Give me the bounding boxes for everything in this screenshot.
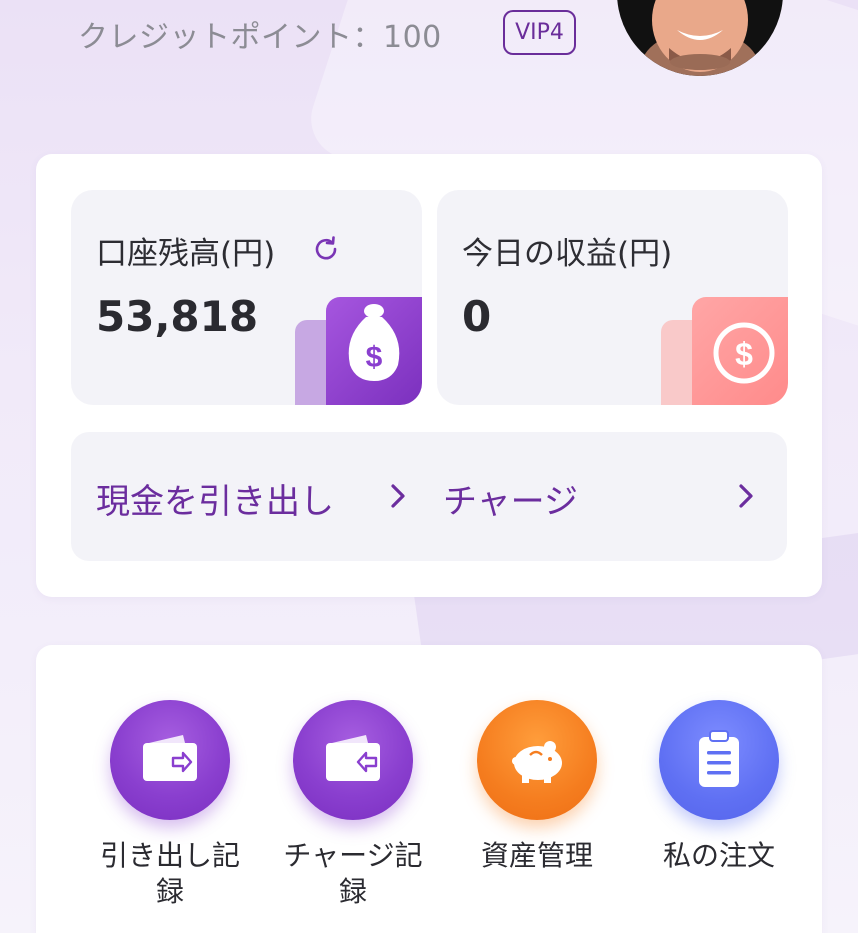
- svg-text:$: $: [366, 341, 383, 374]
- menu-label: チャージ記 録: [283, 839, 423, 908]
- profile-header: クレジットポイント：100 VIP4: [0, 0, 858, 150]
- account-balance-panel: 口座残高(円) 53,818 $: [71, 190, 422, 405]
- avatar[interactable]: [617, 0, 783, 76]
- clipboard-icon: [659, 700, 779, 820]
- balance-card: 口座残高(円) 53,818 $ 今日の収益(円) 0 $ 現金を引き出し チャ…: [36, 154, 822, 597]
- credit-points-text: クレジットポイント：100: [78, 20, 442, 55]
- charge-history-item[interactable]: チャージ記 録: [268, 700, 438, 910]
- today-earnings-label: 今日の収益(円): [462, 236, 673, 272]
- menu-label: 資産管理: [480, 839, 593, 872]
- wallet-out-icon: [110, 700, 230, 820]
- today-earnings-panel: 今日の収益(円) 0 $: [437, 190, 788, 405]
- account-balance-label: 口座残高(円): [96, 236, 276, 272]
- vip-badge: VIP4: [503, 10, 576, 55]
- menu-label: 引き出し記 録: [99, 839, 240, 908]
- charge-link[interactable]: チャージ: [443, 474, 578, 523]
- asset-management-item[interactable]: 資産管理: [452, 700, 622, 874]
- today-earnings-value: 0: [462, 292, 492, 341]
- dollar-coin-icon: $: [692, 297, 788, 405]
- funds-action-bar: 現金を引き出し チャージ: [71, 432, 787, 561]
- wallet-in-icon: [293, 700, 413, 820]
- chevron-right-icon[interactable]: [734, 480, 758, 512]
- money-bag-icon: $: [326, 297, 422, 405]
- piggy-bank-icon: [477, 700, 597, 820]
- svg-text:$: $: [735, 336, 753, 372]
- my-orders-item[interactable]: 私の注文: [634, 700, 804, 874]
- menu-label: 私の注文: [662, 839, 775, 872]
- withdraw-cash-link[interactable]: 現金を引き出し: [96, 474, 334, 523]
- chevron-right-icon[interactable]: [386, 480, 410, 512]
- refresh-icon[interactable]: [311, 234, 341, 264]
- account-balance-value: 53,818: [96, 292, 259, 341]
- avatar-face-icon: [640, 0, 760, 76]
- shortcut-menu-card: 引き出し記 録 チャージ記 録 資産管理 私の注文: [36, 645, 822, 933]
- withdrawal-history-item[interactable]: 引き出し記 録: [85, 700, 255, 910]
